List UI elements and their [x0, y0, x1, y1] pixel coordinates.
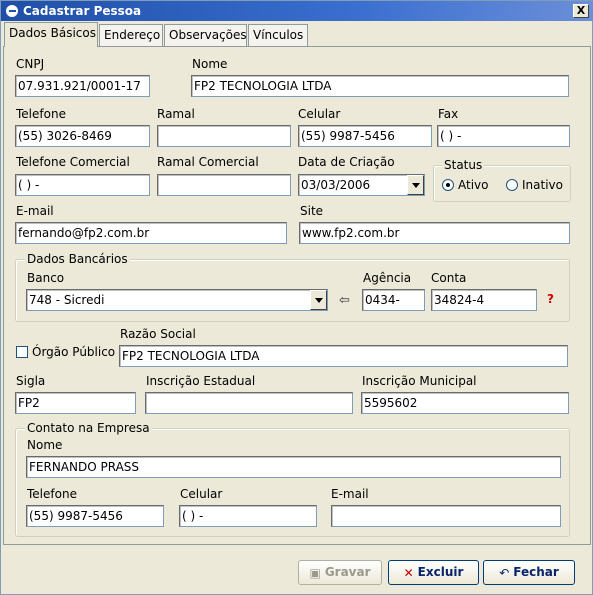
close-button[interactable]: X: [573, 4, 589, 18]
fechar-label: Fechar: [513, 565, 559, 579]
agencia-label: Agência: [363, 271, 412, 285]
dados-bancarios-title: Dados Bancários: [25, 252, 130, 266]
insc-estadual-label: Inscrição Estadual: [146, 374, 256, 388]
undo-icon: ↶: [499, 566, 510, 580]
tab-vinculos[interactable]: Vínculos: [248, 24, 308, 46]
status-ativo-radio[interactable]: [442, 179, 454, 191]
status-ativo-label[interactable]: Ativo: [458, 178, 488, 192]
email-label: E-mail: [16, 204, 54, 218]
sigla-field[interactable]: FP2: [15, 392, 136, 414]
celular-label: Celular: [298, 107, 341, 121]
contato-celular-label: Celular: [180, 487, 223, 501]
site-field[interactable]: www.fp2.com.br: [299, 222, 570, 244]
banco-combo[interactable]: 748 - Sicredi: [26, 289, 328, 311]
fax-label: Fax: [438, 107, 459, 121]
contato-celular-field[interactable]: ( ) -: [179, 505, 317, 527]
email-field[interactable]: fernando@fp2.com.br: [15, 222, 287, 244]
tel-comercial-label: Telefone Comercial: [16, 155, 130, 169]
conta-label: Conta: [431, 271, 467, 285]
contato-title: Contato na Empresa: [25, 421, 152, 435]
telefone-field[interactable]: (55) 3026-8469: [15, 125, 150, 147]
status-inativo-radio[interactable]: [506, 179, 518, 191]
razao-social-field[interactable]: FP2 TECNOLOGIA LTDA: [119, 345, 568, 367]
orgao-publico-label[interactable]: Órgão Público: [32, 345, 115, 359]
excluir-label: Excluir: [417, 565, 464, 579]
fax-field[interactable]: ( ) -: [437, 125, 570, 147]
ramal-label: Ramal: [157, 107, 195, 121]
excluir-button[interactable]: ✕ Excluir: [388, 560, 479, 585]
fechar-button[interactable]: ↶ Fechar: [483, 560, 575, 585]
arrow-left-icon[interactable]: ⇦: [339, 293, 350, 308]
agencia-field[interactable]: 0434-: [362, 289, 425, 311]
chevron-down-icon[interactable]: [407, 175, 424, 195]
status-inativo-label[interactable]: Inativo: [522, 178, 563, 192]
contato-email-field[interactable]: [331, 505, 561, 527]
title-bar: Cadastrar Pessoa X: [1, 1, 593, 21]
app-icon: [5, 4, 19, 18]
insc-estadual-field[interactable]: [145, 392, 353, 414]
conta-field[interactable]: 34824-4: [431, 289, 537, 311]
cadastrar-pessoa-window: Cadastrar Pessoa X Dados Básicos Endereç…: [0, 0, 593, 595]
contato-nome-field[interactable]: FERNANDO PRASS: [26, 456, 561, 478]
contato-telefone-label: Telefone: [27, 487, 77, 501]
gravar-label: Gravar: [324, 565, 371, 579]
floppy-icon: ▣: [309, 566, 321, 580]
nome-field[interactable]: FP2 TECNOLOGIA LTDA: [191, 75, 569, 97]
tab-dados-basicos[interactable]: Dados Básicos: [4, 22, 98, 47]
data-criacao-combo[interactable]: 03/03/2006: [298, 174, 425, 196]
chevron-down-icon[interactable]: [310, 290, 327, 310]
ramal-field[interactable]: [157, 125, 291, 147]
banco-label: Banco: [27, 271, 65, 285]
sigla-label: Sigla: [16, 374, 46, 388]
contato-email-label: E-mail: [331, 487, 369, 501]
data-criacao-value: 03/03/2006: [301, 178, 371, 192]
tab-endereco[interactable]: Endereço: [99, 24, 163, 46]
data-criacao-label: Data de Criação: [298, 155, 395, 169]
tab-observacoes[interactable]: Observações: [164, 24, 247, 46]
celular-field[interactable]: (55) 9987-5456: [298, 125, 432, 147]
delete-icon: ✕: [403, 566, 414, 580]
site-label: Site: [300, 204, 324, 218]
window-title: Cadastrar Pessoa: [23, 4, 142, 18]
insc-municipal-label: Inscrição Municipal: [362, 374, 477, 388]
ramal-comercial-label: Ramal Comercial: [157, 155, 259, 169]
gravar-button[interactable]: ▣ Gravar: [298, 560, 382, 585]
status-title: Status: [442, 158, 485, 172]
contato-nome-label: Nome: [27, 438, 63, 452]
tel-comercial-field[interactable]: ( ) -: [15, 174, 150, 196]
ramal-comercial-field[interactable]: [157, 174, 291, 196]
razao-social-label: Razão Social: [120, 327, 196, 341]
contato-telefone-field[interactable]: (55) 9987-5456: [26, 505, 164, 527]
orgao-publico-checkbox[interactable]: [16, 346, 28, 358]
banco-value: 748 - Sicredi: [29, 293, 105, 307]
telefone-label: Telefone: [16, 107, 66, 121]
insc-municipal-field[interactable]: 5595602: [361, 392, 569, 414]
cnpj-field[interactable]: 07.931.921/0001-17: [15, 75, 150, 97]
nome-label: Nome: [192, 57, 228, 71]
cnpj-label: CNPJ: [16, 57, 45, 71]
help-icon[interactable]: ?: [547, 292, 554, 306]
